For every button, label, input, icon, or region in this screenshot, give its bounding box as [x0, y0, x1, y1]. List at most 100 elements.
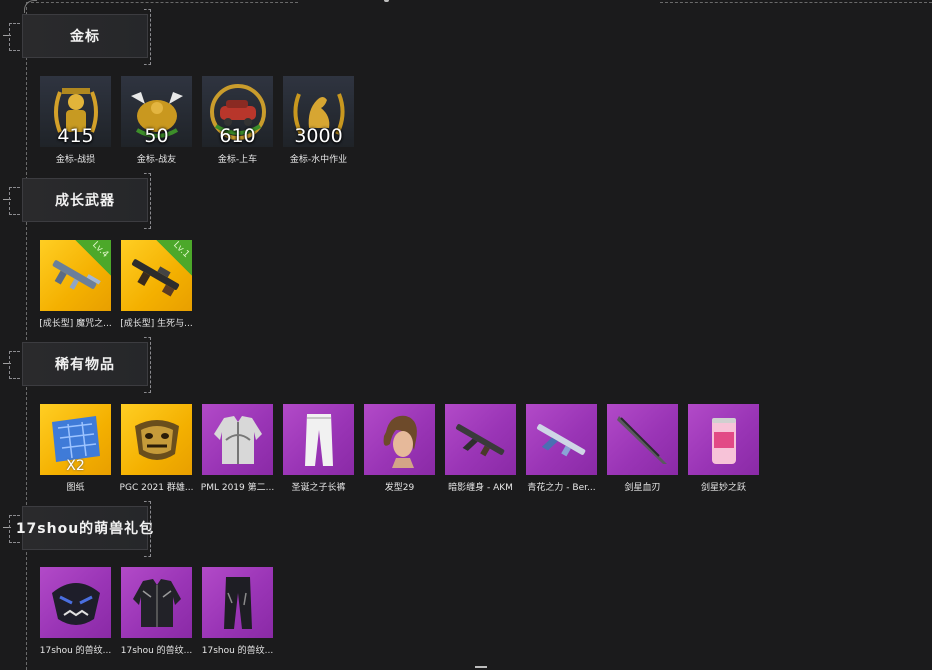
item-tile[interactable]: Lv.4	[40, 240, 111, 311]
grid-item[interactable]: 圣诞之子长裤	[283, 404, 354, 493]
item-tile[interactable]	[283, 404, 354, 475]
item-label: 金标-上车	[217, 155, 258, 165]
item-quantity: X2	[66, 458, 85, 474]
grid-item[interactable]: 剑星血刃	[607, 404, 678, 493]
frame-left-line	[26, 2, 27, 670]
item-label: 圣诞之子长裤	[291, 483, 346, 493]
item-label: 17shou 的兽纹...	[39, 646, 112, 656]
item-label: [成长型] 魔咒之...	[39, 319, 112, 329]
beast-jacket-icon	[132, 578, 181, 627]
item-tile[interactable]	[364, 404, 435, 475]
section-title: 稀有物品	[55, 357, 115, 373]
item-label: 金标-战损	[55, 155, 96, 165]
grid-item[interactable]: 50 金标-战友	[121, 76, 192, 165]
item-label: 青花之力 - Ber...	[527, 483, 596, 493]
level-tag: Lv.4	[75, 240, 111, 276]
beast-mask-icon	[51, 582, 100, 625]
header-bracket-right	[144, 9, 151, 65]
rifle-skin-icon	[536, 423, 585, 456]
level-tag: Lv.1	[156, 240, 192, 276]
header-bracket-left	[9, 351, 20, 379]
header-bracket-right	[144, 337, 151, 393]
item-label: PML 2019 第二...	[200, 483, 275, 493]
section-title: 成长武器	[55, 193, 115, 209]
item-label: 金标-水中作业	[289, 155, 348, 165]
scroll-indicator	[475, 666, 487, 668]
gold-emblem-row: 415 金标-战损 50 金标-战友 610 金标-上车 3000 金标-水中作…	[40, 76, 354, 165]
grid-item[interactable]: 17shou 的兽纹...	[121, 567, 192, 656]
soda-can-icon	[711, 417, 736, 464]
item-label: 剑星血刃	[624, 483, 661, 493]
grid-item[interactable]: Lv.4 [成长型] 魔咒之...	[39, 240, 112, 329]
header-bracket-right	[144, 501, 151, 557]
grid-item[interactable]: 发型29	[364, 404, 435, 493]
frame-top-left-line	[26, 2, 298, 3]
item-label: 17shou 的兽纹...	[201, 646, 274, 656]
emblem-count: 3000	[294, 125, 343, 147]
item-label: 图纸	[66, 483, 85, 493]
item-tile[interactable]: X2	[40, 404, 111, 475]
item-tile[interactable]: 415	[40, 76, 111, 147]
item-label: 金标-战友	[136, 155, 177, 165]
frame-top-right-line	[660, 2, 932, 3]
top-indicator	[384, 0, 389, 2]
item-tile[interactable]	[121, 567, 192, 638]
grid-item[interactable]: 415 金标-战损	[40, 76, 111, 165]
section-header-growth-weapons: 成长武器	[3, 173, 151, 229]
item-label: PGC 2021 群雄...	[119, 483, 194, 493]
grid-item[interactable]: 剑星妙之跃	[688, 404, 759, 493]
emblem-count: 415	[57, 125, 94, 147]
emblem-count: 610	[219, 125, 256, 147]
header-bracket-left	[9, 515, 20, 543]
item-tile[interactable]	[607, 404, 678, 475]
grid-item[interactable]: 3000 金标-水中作业	[283, 76, 354, 165]
grid-item[interactable]: 610 金标-上车	[202, 76, 273, 165]
item-label: 17shou 的兽纹...	[120, 646, 193, 656]
item-tile[interactable]	[445, 404, 516, 475]
frame-corner	[24, 0, 37, 13]
level-text: Lv.4	[89, 240, 110, 260]
grid-item[interactable]: Lv.1 [成长型] 生死与...	[120, 240, 193, 329]
item-tile[interactable]	[526, 404, 597, 475]
item-tile[interactable]: 610	[202, 76, 273, 147]
grid-item[interactable]: PML 2019 第二...	[201, 404, 274, 493]
item-tile[interactable]: 50	[121, 76, 192, 147]
header-bracket-left	[9, 23, 20, 51]
beast-pants-icon	[223, 576, 252, 629]
item-label: 剑星妙之跃	[700, 483, 746, 493]
jacket-icon	[213, 415, 262, 464]
item-tile[interactable]	[40, 567, 111, 638]
item-label: 暗影缠身 - AKM	[448, 483, 513, 493]
akm-icon	[455, 423, 504, 456]
grid-item[interactable]: 暗影缠身 - AKM	[445, 404, 516, 493]
emblem-count: 50	[144, 125, 169, 147]
gift-pack-row: 17shou 的兽纹... 17shou 的兽纹... 17shou 的兽纹..…	[40, 567, 273, 656]
grid-item[interactable]: 17shou 的兽纹...	[40, 567, 111, 656]
level-text: Lv.1	[170, 240, 191, 260]
grid-item[interactable]: 17shou 的兽纹...	[202, 567, 273, 656]
section-header-gold-emblems: 金标	[3, 9, 151, 65]
section-header-rare-items: 稀有物品	[3, 337, 151, 393]
growth-weapon-row: Lv.4 [成长型] 魔咒之... Lv.1 [成长型] 生死与...	[39, 240, 193, 329]
grid-item[interactable]: PGC 2021 群雄...	[120, 404, 193, 493]
blade-icon	[616, 415, 667, 464]
section-title: 金标	[70, 29, 100, 45]
item-tile[interactable]	[688, 404, 759, 475]
item-tile[interactable]: 3000	[283, 76, 354, 147]
header-bracket-left	[9, 187, 20, 215]
item-label: 发型29	[384, 483, 415, 493]
hairstyle-icon	[383, 415, 417, 468]
item-tile[interactable]	[202, 567, 273, 638]
grid-item[interactable]: 青花之力 - Ber...	[526, 404, 597, 493]
item-tile[interactable]	[121, 404, 192, 475]
section-header-gift-pack: 17shou的萌兽礼包	[3, 501, 153, 557]
rare-item-row: X2 图纸 PGC 2021 群雄... PML 2019 第二... 圣诞之子…	[40, 404, 759, 493]
item-tile[interactable]	[202, 404, 273, 475]
pants-icon	[304, 413, 333, 466]
gold-mask-icon	[134, 419, 179, 460]
item-label: [成长型] 生死与...	[120, 319, 193, 329]
item-tile[interactable]: Lv.1	[121, 240, 192, 311]
header-bracket-right	[144, 173, 151, 229]
section-title: 17shou的萌兽礼包	[15, 521, 155, 537]
grid-item[interactable]: X2 图纸	[40, 404, 111, 493]
